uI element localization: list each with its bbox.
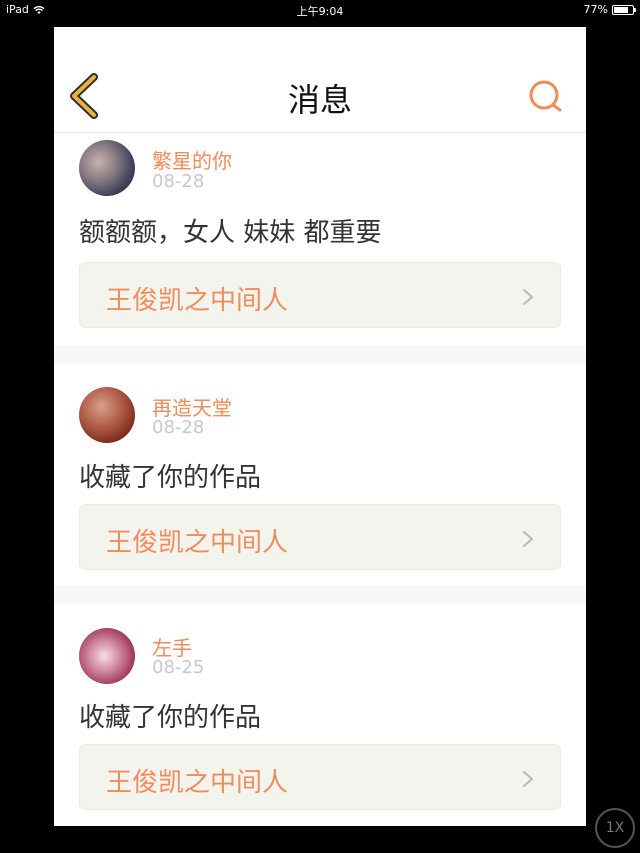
- message-text: 收藏了你的作品: [79, 463, 262, 493]
- card-separator: [54, 346, 586, 364]
- message-list: 繁星的你 08-28 额额额，女人 妹妹 都重要 王俊凯之中间人 再造天堂 08…: [54, 134, 586, 826]
- message-date: 08-25: [152, 657, 205, 678]
- chevron-right-icon: [523, 771, 533, 787]
- work-title: 王俊凯之中间人: [106, 528, 289, 558]
- message-card: 左手 08-25 收藏了你的作品 王俊凯之中间人: [54, 604, 586, 826]
- avatar[interactable]: [79, 387, 135, 443]
- work-link[interactable]: 王俊凯之中间人: [79, 504, 561, 570]
- status-time: 上午9:04: [296, 5, 344, 18]
- battery-icon: [612, 4, 636, 15]
- battery-fill: [614, 6, 628, 13]
- message-text: 收藏了你的作品: [79, 703, 262, 733]
- work-title: 王俊凯之中间人: [106, 768, 289, 798]
- work-link[interactable]: 王俊凯之中间人: [79, 744, 561, 810]
- page-title: 消息: [287, 81, 352, 119]
- zoom-toggle-button[interactable]: 1X: [595, 808, 635, 848]
- message-date: 08-28: [152, 417, 205, 438]
- chevron-right-icon: [523, 289, 533, 305]
- avatar[interactable]: [79, 140, 135, 196]
- search-icon[interactable]: [526, 77, 566, 117]
- work-title: 王俊凯之中间人: [106, 286, 289, 316]
- message-card: 繁星的你 08-28 额额额，女人 妹妹 都重要 王俊凯之中间人: [54, 134, 586, 346]
- username[interactable]: 繁星的你: [152, 145, 232, 174]
- avatar[interactable]: [79, 628, 135, 684]
- battery-percent: 77%: [583, 3, 608, 16]
- message-date: 08-28: [152, 171, 205, 192]
- message-card: 再造天堂 08-28 收藏了你的作品 王俊凯之中间人: [54, 364, 586, 586]
- status-right: 77%: [583, 3, 636, 16]
- message-text: 额额额，女人 妹妹 都重要: [79, 218, 382, 248]
- nav-bar: 消息: [54, 27, 586, 133]
- app-window: 消息 繁星的你 08-28 额额额，女人 妹妹 都重要 王俊凯之中间人 再造天堂…: [54, 27, 586, 826]
- chevron-right-icon: [523, 531, 533, 547]
- work-link[interactable]: 王俊凯之中间人: [79, 262, 561, 328]
- card-separator: [54, 586, 586, 604]
- status-bar: iPad 上午9:04 77%: [0, 0, 640, 20]
